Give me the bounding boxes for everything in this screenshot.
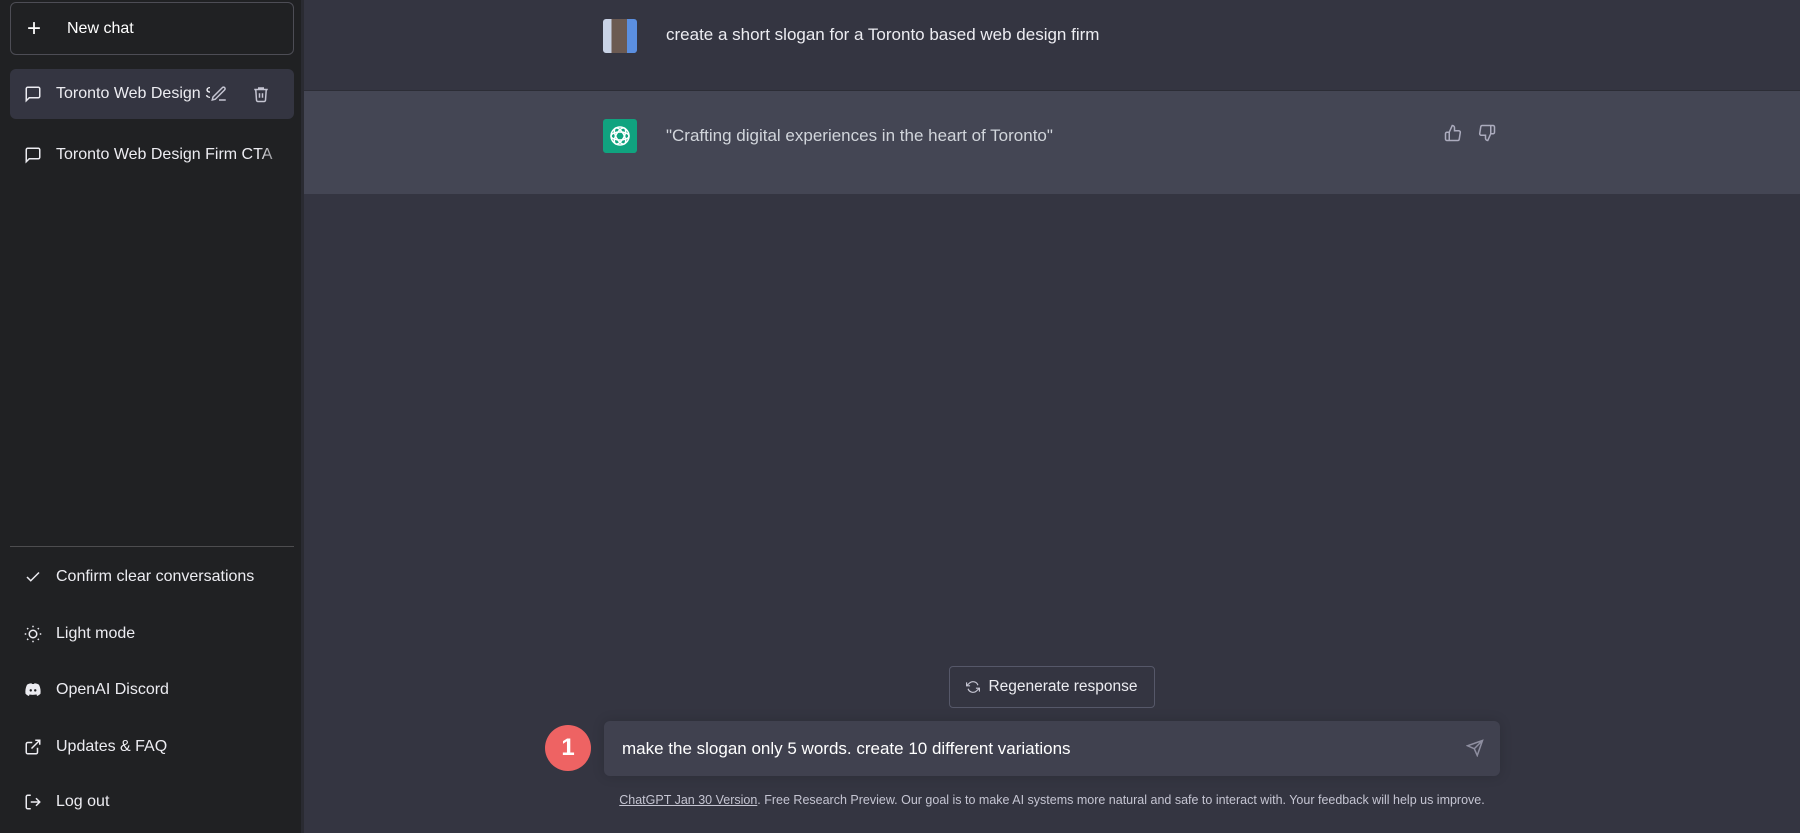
menu-label: Log out [56,793,110,810]
log-out-button[interactable]: Log out [10,777,294,827]
user-avatar [603,19,637,53]
regenerate-response-button[interactable]: Regenerate response [949,666,1155,708]
discord-icon [25,683,41,696]
light-mode-button[interactable]: Light mode [10,609,294,659]
conversation-item[interactable]: Toronto Web Design Firm CTA [10,130,294,180]
menu-label: Updates & FAQ [56,738,168,755]
refresh-icon [966,681,981,693]
logout-icon [25,794,41,810]
edit-icon[interactable] [210,85,228,103]
updates-faq-link[interactable]: Updates & FAQ [10,722,294,772]
conversation-title: Toronto Web Design Firm CTA [56,146,273,163]
sidebar: + New chat Toronto Web Design Sl Toronto… [0,0,304,833]
message-input[interactable]: make the slogan only 5 words. create 10 … [604,721,1500,776]
assistant-message-text: "Crafting digital experiences in the hea… [666,126,1053,145]
menu-label: Light mode [56,625,136,642]
menu-label: OpenAI Discord [56,681,169,698]
trash-icon[interactable] [252,85,270,103]
version-link[interactable]: ChatGPT Jan 30 Version [619,793,757,807]
footer-disclaimer: ChatGPT Jan 30 Version. Free Research Pr… [304,793,1800,807]
divider [10,546,294,547]
openai-discord-link[interactable]: OpenAI Discord [10,665,294,715]
menu-label: Confirm clear conversations [56,568,255,585]
user-message-row: create a short slogan for a Toronto base… [304,0,1800,91]
sun-icon [24,625,42,643]
thumbs-up-icon[interactable] [1444,124,1462,142]
conversation-item[interactable]: Toronto Web Design Sl [10,69,294,119]
chatgpt-logo-icon [603,119,637,153]
regenerate-label: Regenerate response [988,678,1138,695]
send-icon[interactable] [1466,739,1484,757]
chat-bubble-icon [25,147,41,164]
message-input-value: make the slogan only 5 words. create 10 … [622,738,1071,758]
new-chat-button[interactable]: + New chat [10,2,294,55]
footer-text: . Free Research Preview. Our goal is to … [757,793,1485,807]
check-icon [26,571,40,582]
conversation-title: Toronto Web Design Sl [56,85,210,102]
new-chat-label: New chat [67,19,134,37]
user-message-text: create a short slogan for a Toronto base… [666,25,1100,44]
confirm-clear-conversations-button[interactable]: Confirm clear conversations [10,552,294,602]
assistant-message-row: "Crafting digital experiences in the hea… [304,91,1800,194]
thumbs-down-icon[interactable] [1478,124,1496,142]
chat-bubble-icon [25,86,41,103]
step-badge: 1 [545,725,591,771]
external-link-icon [25,739,41,755]
plus-icon: + [27,14,42,42]
